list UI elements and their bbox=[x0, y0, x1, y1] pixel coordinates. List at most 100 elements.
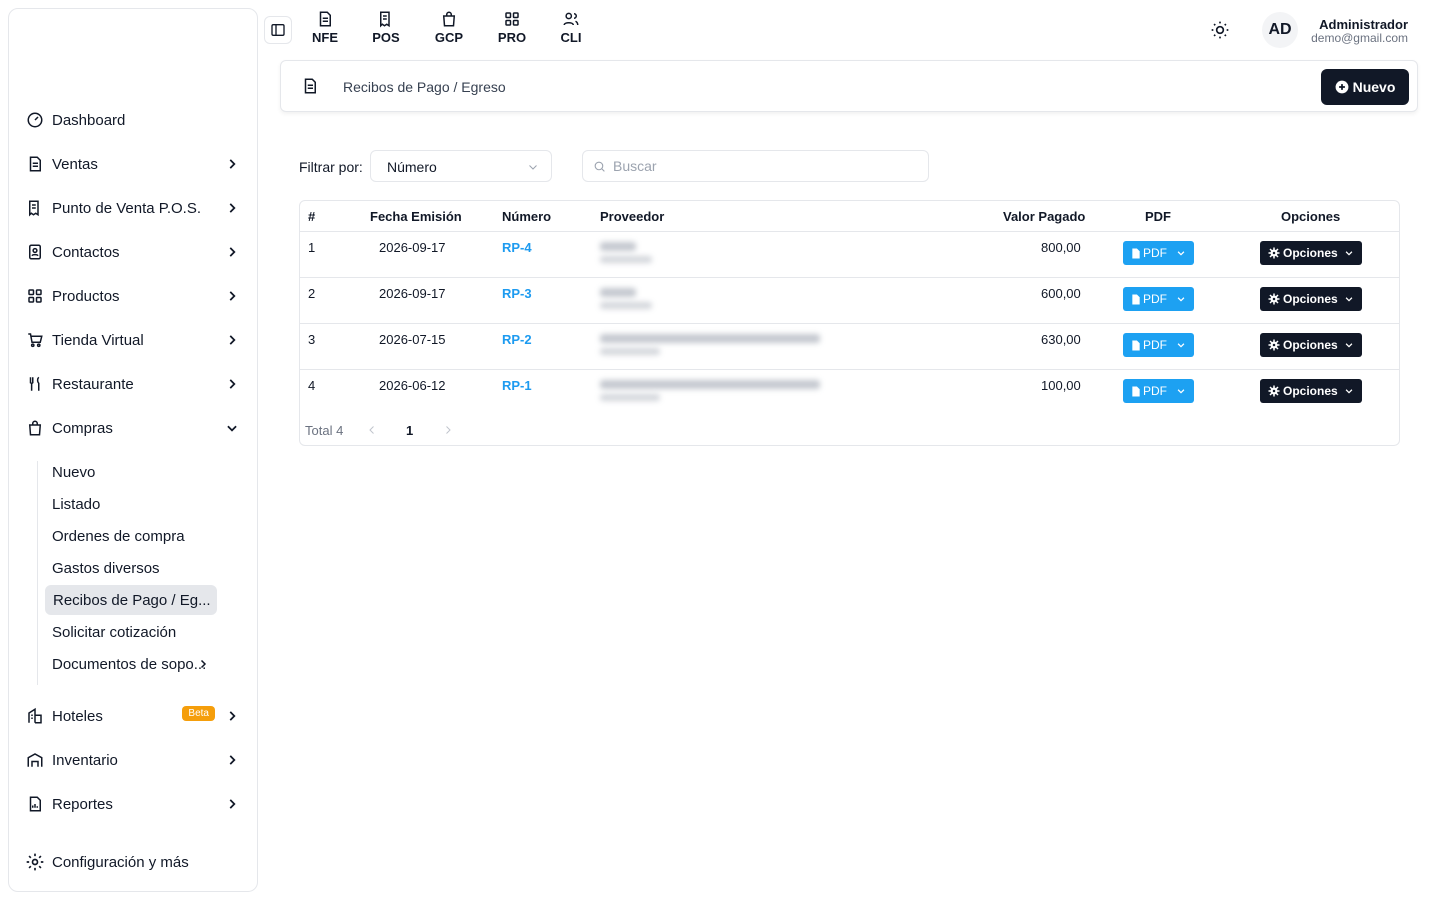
filter-select[interactable]: Número bbox=[370, 150, 552, 182]
search-input[interactable] bbox=[613, 158, 913, 174]
filter-selected-value: Número bbox=[387, 159, 437, 175]
sidebar-item-configuracion[interactable]: Configuración y más bbox=[25, 847, 247, 877]
provider-name-redacted bbox=[600, 380, 820, 389]
column-header-provider[interactable]: Proveedor bbox=[600, 209, 664, 224]
sidebar-item-pos[interactable]: Punto de Venta P.O.S. bbox=[25, 193, 247, 223]
page-title: Recibos de Pago / Egreso bbox=[343, 79, 506, 95]
chevron-down-icon bbox=[1345, 297, 1353, 302]
bag-icon bbox=[442, 11, 456, 27]
cell-date: 2026-07-15 bbox=[379, 332, 446, 347]
cell-number-link[interactable]: RP-4 bbox=[502, 240, 532, 255]
sidebar-item-label: Reportes bbox=[52, 795, 113, 813]
chevron-right-icon bbox=[229, 335, 236, 345]
app-tab-nfe[interactable]: NFE bbox=[305, 10, 345, 45]
sidebar-toggle-button[interactable] bbox=[264, 16, 292, 44]
sidebar-item-label: Punto de Venta P.O.S. bbox=[52, 199, 202, 217]
provider-id-redacted bbox=[600, 302, 652, 309]
file-icon bbox=[1132, 339, 1140, 351]
chevron-down-icon bbox=[1177, 251, 1185, 256]
chevron-right-icon bbox=[229, 291, 236, 301]
cell-number-link[interactable]: RP-1 bbox=[502, 378, 532, 393]
beta-badge: Beta bbox=[182, 706, 215, 721]
document-icon bbox=[319, 11, 331, 27]
chevron-down-icon bbox=[529, 165, 537, 170]
sidebar-item-label: Tienda Virtual bbox=[52, 331, 144, 349]
filter-label: Filtrar por: bbox=[299, 159, 363, 175]
submenu-item-cotizacion[interactable]: Solicitar cotización bbox=[37, 617, 217, 647]
pager-page-current[interactable]: 1 bbox=[406, 423, 413, 438]
user-name: Administrador bbox=[1319, 17, 1408, 32]
options-button[interactable]: Opciones bbox=[1260, 241, 1362, 265]
options-button[interactable]: Opciones bbox=[1260, 287, 1362, 311]
chevron-right-icon[interactable] bbox=[442, 424, 454, 436]
sidebar-item-hoteles[interactable]: Hoteles Beta bbox=[25, 701, 247, 731]
submenu-item-documentos[interactable]: Documentos de sopo... bbox=[37, 649, 217, 679]
report-icon bbox=[25, 794, 45, 814]
sidebar-item-label: Restaurante bbox=[52, 375, 134, 393]
sidebar-item-label: Hoteles bbox=[52, 707, 103, 725]
sidebar-item-ventas[interactable]: Ventas bbox=[25, 149, 247, 179]
provider-id-redacted bbox=[600, 394, 660, 401]
sidebar-item-label: Dashboard bbox=[52, 111, 126, 129]
chevron-down-icon bbox=[1177, 389, 1185, 394]
chevron-down-icon bbox=[227, 425, 237, 432]
cell-index: 3 bbox=[308, 332, 316, 347]
options-button-label: Opciones bbox=[1283, 338, 1338, 352]
cell-amount: 600,00 bbox=[1041, 286, 1081, 301]
new-button[interactable]: Nuevo bbox=[1321, 69, 1409, 105]
avatar[interactable]: AD bbox=[1262, 12, 1298, 48]
sidebar-item-productos[interactable]: Productos bbox=[25, 281, 247, 311]
sidebar-item-dashboard[interactable]: Dashboard bbox=[25, 105, 247, 135]
app-tab-gcp[interactable]: GCP bbox=[429, 10, 469, 45]
cell-number-link[interactable]: RP-2 bbox=[502, 332, 532, 347]
column-header-date[interactable]: Fecha Emisión bbox=[370, 209, 462, 224]
sidebar-item-tienda[interactable]: Tienda Virtual bbox=[25, 325, 247, 355]
gauge-icon bbox=[25, 110, 45, 130]
submenu-item-ordenes[interactable]: Ordenes de compra bbox=[37, 521, 217, 551]
sun-icon[interactable] bbox=[1210, 20, 1230, 40]
options-button[interactable]: Opciones bbox=[1260, 379, 1362, 403]
cell-number-link[interactable]: RP-3 bbox=[502, 286, 532, 301]
cell-amount: 800,00 bbox=[1041, 240, 1081, 255]
utensils-icon bbox=[25, 374, 45, 394]
submenu-item-nuevo[interactable]: Nuevo bbox=[37, 457, 217, 487]
cell-date: 2026-09-17 bbox=[379, 240, 446, 255]
provider-name-redacted bbox=[600, 334, 820, 343]
sidebar-item-restaurante[interactable]: Restaurante bbox=[25, 369, 247, 399]
submenu-item-gastos[interactable]: Gastos diversos bbox=[37, 553, 217, 583]
sidebar-item-reportes[interactable]: Reportes bbox=[25, 789, 247, 819]
options-button-label: Opciones bbox=[1283, 292, 1338, 306]
chevron-down-icon bbox=[1177, 343, 1185, 348]
cell-index: 2 bbox=[308, 286, 316, 301]
pdf-button[interactable]: PDF bbox=[1123, 241, 1194, 265]
options-button[interactable]: Opciones bbox=[1260, 333, 1362, 357]
app-tab-cli[interactable]: CLI bbox=[551, 10, 591, 45]
app-tab-pro[interactable]: PRO bbox=[492, 10, 532, 45]
file-icon bbox=[1132, 293, 1140, 305]
document-icon bbox=[25, 154, 45, 174]
table-row: 1 2026-09-17 RP-4 800,00 PDF Opciones bbox=[300, 231, 1399, 277]
provider-name-redacted bbox=[600, 288, 636, 297]
receipts-table: # Fecha Emisión Número Proveedor Valor P… bbox=[299, 200, 1400, 446]
sidebar-item-contactos[interactable]: Contactos bbox=[25, 237, 247, 267]
submenu-item-listado[interactable]: Listado bbox=[37, 489, 217, 519]
page-header: Recibos de Pago / Egreso Nuevo bbox=[280, 60, 1418, 112]
pdf-button[interactable]: PDF bbox=[1123, 287, 1194, 311]
app-tab-pos[interactable]: POS bbox=[366, 10, 406, 45]
gear-icon bbox=[1268, 293, 1280, 305]
provider-id-redacted bbox=[600, 256, 652, 263]
warehouse-icon bbox=[25, 750, 45, 770]
pdf-button[interactable]: PDF bbox=[1123, 333, 1194, 357]
chevron-right-icon bbox=[229, 755, 236, 765]
chevron-down-icon bbox=[1345, 389, 1353, 394]
sidebar-item-inventario[interactable]: Inventario bbox=[25, 745, 247, 775]
column-header-index: # bbox=[308, 209, 316, 224]
submenu-item-recibos[interactable]: Recibos de Pago / Eg... bbox=[45, 585, 217, 615]
column-header-number[interactable]: Número bbox=[502, 209, 551, 224]
pdf-button[interactable]: PDF bbox=[1123, 379, 1194, 403]
chevron-left-icon[interactable] bbox=[366, 424, 378, 436]
pdf-button-label: PDF bbox=[1143, 384, 1167, 398]
column-header-amount[interactable]: Valor Pagado bbox=[1003, 209, 1085, 224]
grid-icon bbox=[25, 286, 45, 306]
sidebar-item-compras[interactable]: Compras bbox=[25, 413, 247, 443]
